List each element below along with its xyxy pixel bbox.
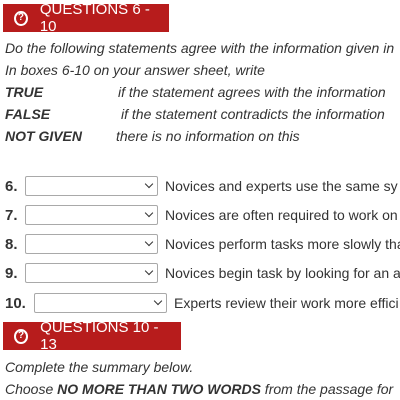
chevron-down-icon xyxy=(144,266,154,276)
instruction-emphasis: NO MORE THAN TWO WORDS xyxy=(57,381,261,397)
question-number: 8. xyxy=(5,235,18,253)
question-number: 7. xyxy=(5,206,18,224)
question-number: 6. xyxy=(5,177,18,195)
section-header-label: QUESTIONS 6 - 10 xyxy=(39,1,150,35)
chevron-down-icon xyxy=(144,208,154,218)
question-number: 10. xyxy=(5,294,26,312)
answer-select-9[interactable] xyxy=(25,263,158,283)
question-text: Novices begin task by looking for an a xyxy=(165,265,400,281)
chevron-down-icon xyxy=(144,179,154,189)
term-not-given-description: there is no information on this xyxy=(116,128,300,144)
term-true: TRUE xyxy=(5,84,44,100)
term-false: FALSE xyxy=(5,106,51,122)
answer-select-8[interactable] xyxy=(25,234,158,254)
question-row-6: 6. Novices and experts use the same sy xyxy=(5,175,398,197)
answer-select-6[interactable] xyxy=(25,176,158,196)
instruction-suffix: from the passage for xyxy=(260,381,394,397)
question-number: 9. xyxy=(5,264,18,282)
answer-select-7[interactable] xyxy=(25,205,158,225)
section-header-label: QUESTIONS 10 - 13 xyxy=(40,319,159,353)
term-not-given: NOT GIVEN xyxy=(5,128,83,144)
section-header-questions-10-13: ? QUESTIONS 10 - 13 xyxy=(3,319,181,353)
question-text: Novices perform tasks more slowly tha xyxy=(165,236,400,252)
instruction-text: Do the following statements agree with t… xyxy=(5,40,395,56)
question-row-9: 9. Novices begin task by looking for an … xyxy=(5,262,400,284)
question-row-8: 8. Novices perform tasks more slowly tha xyxy=(5,233,400,255)
help-circle-icon: ? xyxy=(14,10,28,26)
question-row-10: 10. Experts review their work more effic… xyxy=(5,292,399,314)
question-text: Experts review their work more effici xyxy=(174,295,399,311)
question-text: Novices are often required to work on xyxy=(165,207,398,223)
section-header-questions-6-10: ? QUESTIONS 6 - 10 xyxy=(3,1,169,35)
answer-select-10[interactable] xyxy=(34,293,167,313)
help-circle-icon: ? xyxy=(14,328,29,344)
question-text: Novices and experts use the same sy xyxy=(165,178,398,194)
instruction-text: Complete the summary below. xyxy=(5,359,194,375)
term-false-description: if the statement contradicts the informa… xyxy=(121,106,385,122)
instruction-text: Choose NO MORE THAN TWO WORDS from the p… xyxy=(5,380,393,398)
instruction-text: In boxes 6-10 on your answer sheet, writ… xyxy=(5,62,265,78)
question-row-7: 7. Novices are often required to work on xyxy=(5,204,398,226)
chevron-down-icon xyxy=(153,296,163,306)
term-true-description: if the statement agrees with the informa… xyxy=(118,84,386,100)
chevron-down-icon xyxy=(144,237,154,247)
instruction-prefix: Choose xyxy=(5,381,58,397)
